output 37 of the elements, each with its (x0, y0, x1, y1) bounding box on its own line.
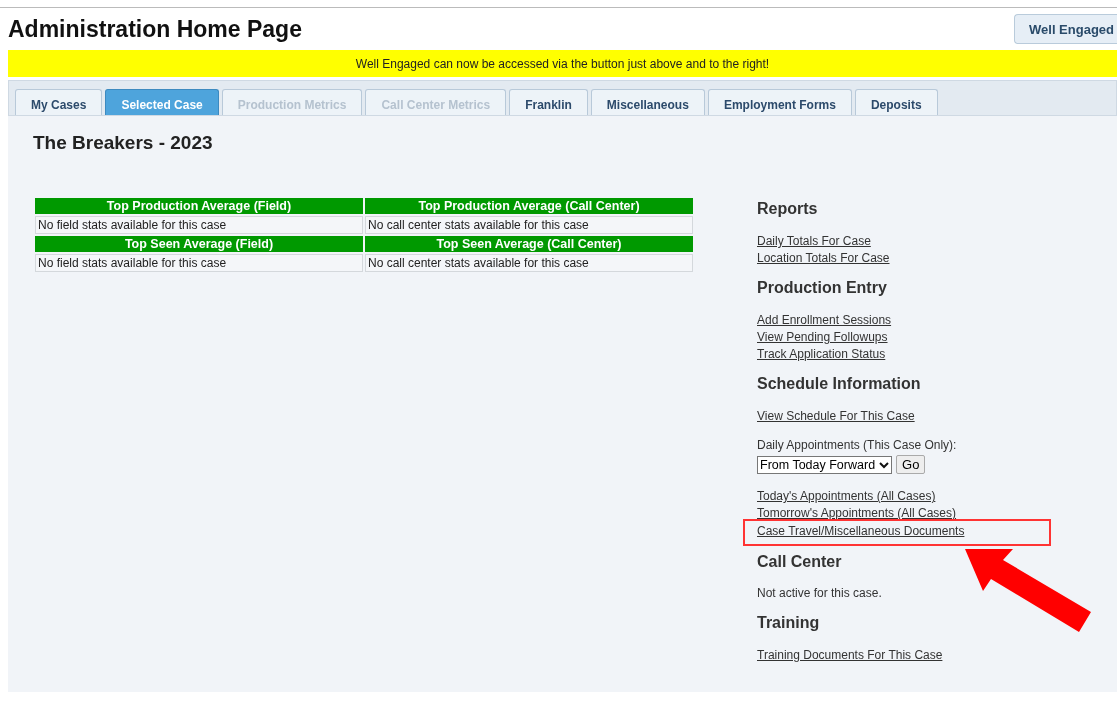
link[interactable]: Location Totals For Case (757, 251, 890, 265)
tab[interactable]: Deposits (854, 89, 938, 115)
table-cell: No field stats available for this case (35, 216, 363, 234)
link[interactable]: Daily Totals For Case (757, 234, 871, 248)
go-button[interactable]: Go (896, 455, 926, 474)
column-header: Top Production Average (Field) (35, 198, 363, 214)
column-header: Top Seen Average (Field) (35, 236, 363, 252)
section-heading: Schedule Information (757, 375, 922, 393)
link[interactable]: Training Documents For This Case (757, 648, 943, 662)
table-cell: No call center stats available for this case (365, 216, 693, 234)
case-title: The Breakers - 2023 (33, 132, 214, 154)
label-text: Daily Appointments (This Case Only): (757, 437, 958, 453)
link[interactable]: Tomorrow's Appointments (All Cases) (757, 506, 957, 520)
link[interactable]: Track Application Status (757, 347, 886, 361)
table-cell: No call center stats available for this case (365, 254, 693, 272)
link[interactable]: View Schedule For This Case (757, 409, 915, 423)
section-heading: Production Entry (757, 279, 888, 297)
notice-banner: Well Engaged can now be accessed via the button just above and to the right! (8, 50, 1117, 77)
link[interactable]: Today's Appointments (All Cases) (757, 489, 936, 503)
table-cell: No field stats available for this case (35, 254, 363, 272)
link[interactable]: View Pending Followups (757, 330, 888, 344)
page-title: Administration Home Page (8, 15, 302, 43)
tab[interactable]: Franklin (509, 89, 588, 115)
section-heading: Reports (757, 200, 819, 218)
link[interactable]: Case Travel/Miscellaneous Documents (757, 524, 965, 538)
well-engaged-button[interactable]: Well Engaged (1014, 14, 1117, 44)
dropdown[interactable]: From Today Forward (757, 455, 893, 474)
link[interactable]: Add Enrollment Sessions (757, 313, 892, 327)
column-header: Top Production Average (Call Center) (365, 198, 693, 214)
tab[interactable]: My Cases (15, 89, 103, 115)
label-text: Not active for this case. (757, 585, 883, 601)
column-header: Top Seen Average (Call Center) (365, 236, 693, 252)
tab[interactable]: Miscellaneous (590, 89, 705, 115)
section-heading: Call Center (757, 553, 843, 571)
section-heading: Training (757, 614, 821, 632)
chevron-down-icon (879, 460, 890, 469)
tab[interactable]: Employment Forms (707, 89, 852, 115)
